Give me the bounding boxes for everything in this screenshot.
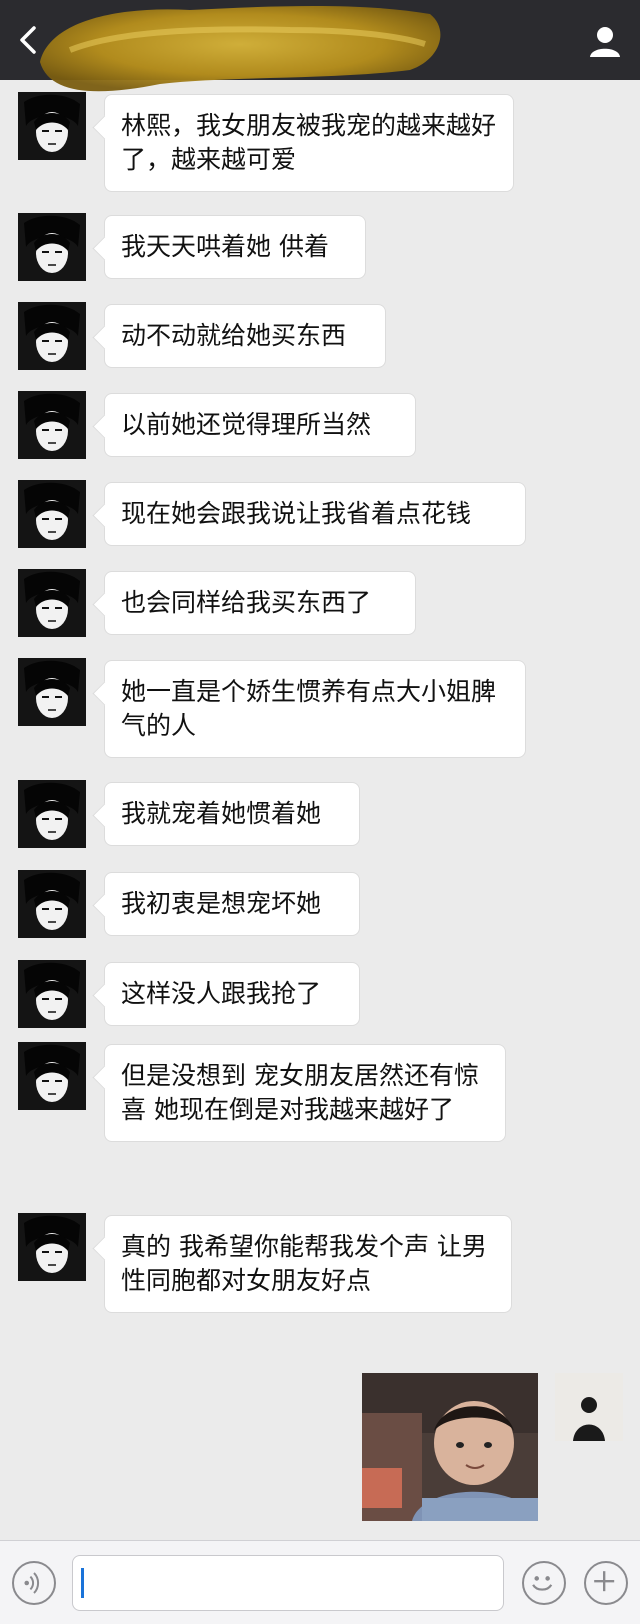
self-avatar[interactable]	[555, 1373, 623, 1441]
avatar[interactable]	[18, 569, 86, 637]
avatar[interactable]	[18, 213, 86, 281]
message-bubble[interactable]: 动不动就给她买东西	[104, 304, 386, 368]
message-bubble[interactable]: 也会同样给我买东西了	[104, 571, 416, 635]
text-caret	[81, 1568, 84, 1598]
avatar[interactable]	[18, 302, 86, 370]
message-list[interactable]: 林熙，我女朋友被我宠的越来越好了，越来越可爱 我天天哄着她 供着 动不动就给她买…	[0, 80, 640, 1540]
message-bubble[interactable]: 现在她会跟我说让我省着点花钱	[104, 482, 526, 546]
message-bubble[interactable]: 我天天哄着她 供着	[104, 215, 366, 279]
avatar[interactable]	[18, 92, 86, 160]
message-bubble[interactable]: 以前她还觉得理所当然	[104, 393, 416, 457]
avatar[interactable]	[18, 780, 86, 848]
message-bubble[interactable]: 我就宠着她惯着她	[104, 782, 360, 846]
sent-image-message[interactable]	[362, 1373, 538, 1521]
avatar[interactable]	[18, 658, 86, 726]
message-bubble[interactable]: 我初衷是想宠坏她	[104, 872, 360, 936]
avatar[interactable]	[18, 480, 86, 548]
avatar[interactable]	[18, 1042, 86, 1110]
avatar[interactable]	[18, 391, 86, 459]
message-bubble[interactable]: 真的 我希望你能帮我发个声 让男性同胞都对女朋友好点	[104, 1215, 512, 1313]
message-bubble[interactable]: 但是没想到 宠女朋友居然还有惊喜 她现在倒是对我越来越好了	[104, 1044, 506, 1142]
avatar[interactable]	[18, 1213, 86, 1281]
user-icon[interactable]	[588, 24, 622, 58]
voice-icon[interactable]	[12, 1561, 56, 1605]
input-bar	[0, 1540, 640, 1624]
message-bubble[interactable]: 这样没人跟我抢了	[104, 962, 360, 1026]
avatar[interactable]	[18, 870, 86, 938]
plus-icon[interactable]	[584, 1561, 628, 1605]
message-input[interactable]	[72, 1555, 504, 1611]
message-bubble[interactable]: 林熙，我女朋友被我宠的越来越好了，越来越可爱	[104, 94, 514, 192]
message-bubble[interactable]: 她一直是个娇生惯养有点大小姐脾气的人	[104, 660, 526, 758]
emoji-icon[interactable]	[522, 1561, 566, 1605]
avatar[interactable]	[18, 960, 86, 1028]
